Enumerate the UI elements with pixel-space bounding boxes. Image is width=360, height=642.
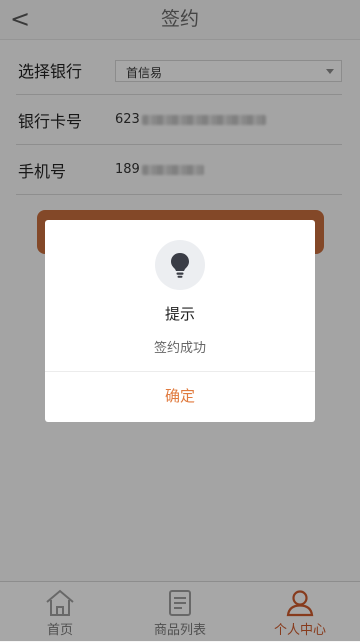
confirm-button[interactable]: 确定 — [45, 372, 315, 422]
dialog-message: 签约成功 — [153, 341, 206, 356]
lightbulb-icon — [171, 253, 189, 278]
dialog-icon-circle — [155, 240, 205, 290]
dialog-title: 提示 — [164, 305, 195, 323]
alert-dialog: 提示 签约成功 确定 — [45, 220, 315, 422]
